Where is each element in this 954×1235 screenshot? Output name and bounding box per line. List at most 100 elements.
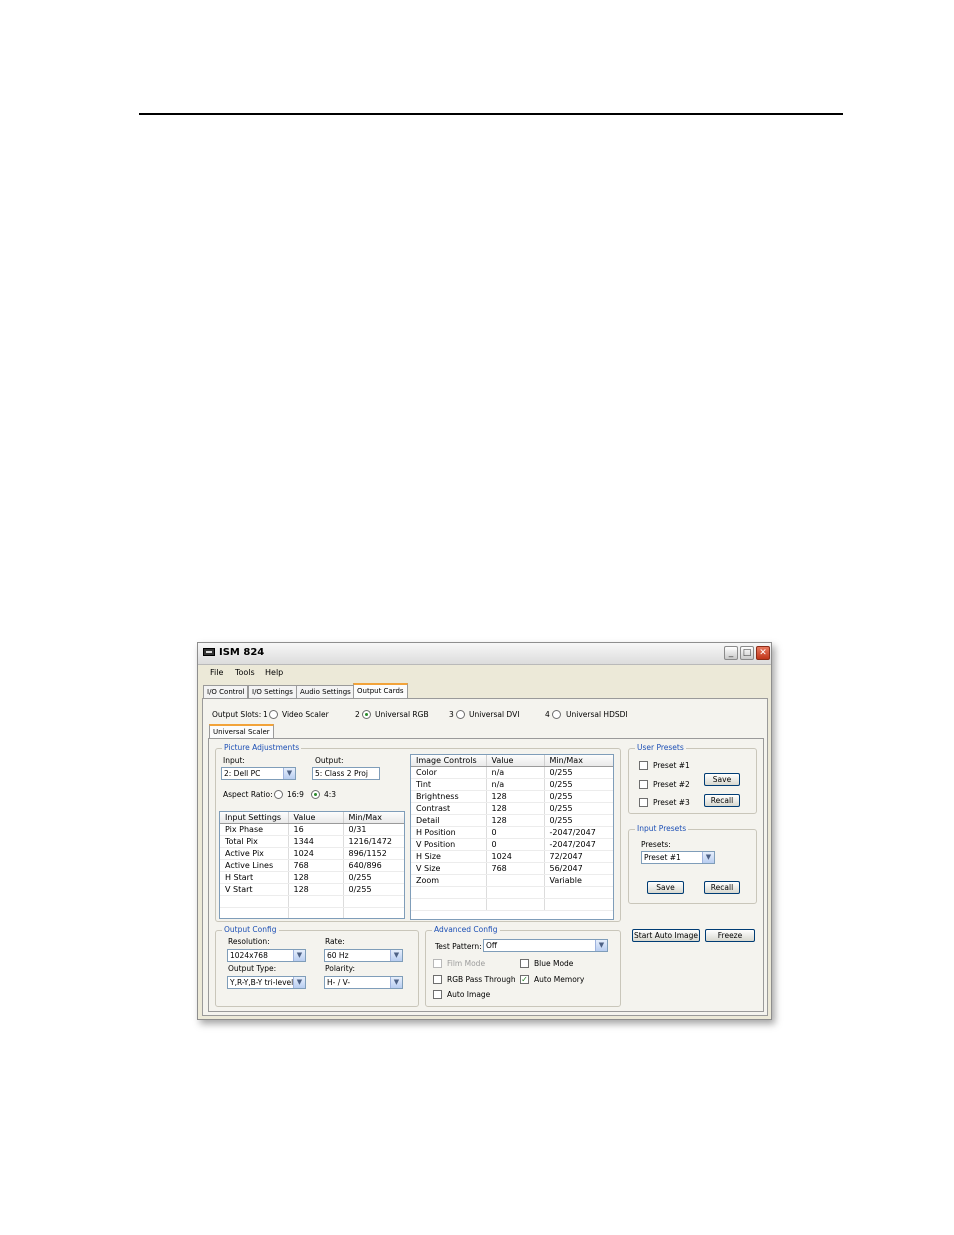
app-icon [203,648,215,656]
tab-audio-settings[interactable]: Audio Settings [296,685,355,698]
image-minmax-header[interactable]: Min/Max [544,755,613,767]
table-row[interactable]: Contrast 128 0/255 [411,802,613,815]
slot-4-radio[interactable] [552,710,561,719]
table-row-empty [220,907,404,918]
aspect-43-radio[interactable] [311,790,320,799]
chevron-down-icon[interactable]: ▼ [283,768,295,779]
rate-select-value: 60 Hz [327,951,349,960]
image-value-header[interactable]: Value [486,755,545,767]
table-row[interactable]: Active Lines 768 640/896 [220,859,404,872]
tab-universal-scaler[interactable]: Universal Scaler [209,724,274,739]
table-row-empty [411,898,613,911]
advanced-config-title: Advanced Config [432,925,500,934]
table-row[interactable]: Total Pix 1344 1216/1472 [220,835,404,848]
table-cell-empty [343,895,404,908]
input-select[interactable]: 2: Dell PC ▼ [221,767,296,780]
user-presets-recall-button[interactable]: Recall [704,794,740,807]
preset-1-checkbox[interactable] [639,761,648,770]
table-cell-name: Color [411,766,487,779]
chevron-down-icon[interactable]: ▼ [702,852,714,863]
table-cell-minmax: 0/255 [544,766,613,779]
slot-3-radio[interactable] [456,710,465,719]
freeze-button[interactable]: Freeze [705,929,755,942]
table-cell-minmax: 72/2047 [544,850,613,863]
output-type-select[interactable]: Y,R-Y,B-Y tri-level ▼ [227,976,306,989]
title-bar[interactable]: ISM 824 _ □ ✕ [198,643,771,665]
table-cell-value: 0 [486,826,545,839]
table-cell-name: Active Lines [220,859,289,872]
resolution-select[interactable]: 1024x768 ▼ [227,949,306,962]
chevron-down-icon[interactable]: ▼ [293,977,305,988]
table-row[interactable]: Brightness 128 0/255 [411,790,613,803]
table-row[interactable]: H Size 1024 72/2047 [411,850,613,863]
input-presets-save-button[interactable]: Save [647,881,684,894]
menu-help[interactable]: Help [265,668,283,677]
table-row[interactable]: H Position 0 -2047/2047 [411,826,613,839]
tab-io-settings[interactable]: I/O Settings [248,685,297,698]
tab-io-control[interactable]: I/O Control [203,685,249,698]
table-row[interactable]: Zoom Variable [411,874,613,887]
table-row[interactable]: H Start 128 0/255 [220,871,404,884]
table-cell-value: 128 [486,790,545,803]
auto-image-checkbox[interactable] [433,990,442,999]
minimize-icon[interactable]: _ [724,646,738,660]
start-auto-image-button[interactable]: Start Auto Image [632,929,700,942]
table-row[interactable]: Pix Phase 16 0/31 [220,823,404,836]
presets-select[interactable]: Preset #1 ▼ [641,851,715,864]
rate-select[interactable]: 60 Hz ▼ [324,949,403,962]
table-row[interactable]: Detail 128 0/255 [411,814,613,827]
table-row[interactable]: V Size 768 56/2047 [411,862,613,875]
image-controls-list[interactable]: Image Controls Value Min/Max Color n/a 0/2… [410,754,614,920]
blue-mode-label: Blue Mode [534,959,574,968]
menu-file[interactable]: File [210,668,223,677]
slot-1-radio[interactable] [269,710,278,719]
blue-mode-checkbox[interactable] [520,959,529,968]
table-row[interactable]: Color n/a 0/255 [411,766,613,779]
table-row[interactable]: V Position 0 -2047/2047 [411,838,613,851]
input-value-header[interactable]: Value [288,812,344,824]
universal-scaler-panel: Picture Adjustments Input: 2: Dell PC ▼ … [208,738,764,1012]
user-presets-save-button[interactable]: Save [704,773,740,786]
output-field[interactable]: 5: Class 2 Proj [312,767,380,780]
preset-2-checkbox[interactable] [639,780,648,789]
close-icon[interactable]: ✕ [756,646,770,660]
menu-tools[interactable]: Tools [235,668,255,677]
preset-3-checkbox[interactable] [639,798,648,807]
input-settings-header[interactable]: Input Settings [220,812,289,824]
maximize-icon[interactable]: □ [740,646,754,660]
slot-4-number: 4 [545,710,550,719]
table-cell-empty [220,895,289,908]
input-presets-title: Input Presets [635,824,689,833]
preset-1-label: Preset #1 [653,761,690,770]
aspect-ratio-label: Aspect Ratio: [223,790,273,799]
polarity-select[interactable]: H- / V- ▼ [324,976,403,989]
advanced-config-group: Advanced Config Test Pattern: Off ▼ Film… [425,925,621,1007]
image-controls-header[interactable]: Image Controls [411,755,487,767]
table-cell-name: H Position [411,826,487,839]
aspect-169-radio[interactable] [274,790,283,799]
table-row[interactable]: Active Pix 1024 896/1152 [220,847,404,860]
test-pattern-select[interactable]: Off ▼ [483,939,608,952]
table-cell-minmax: 0/255 [544,790,613,803]
chevron-down-icon[interactable]: ▼ [293,950,305,961]
resolution-label: Resolution: [228,937,270,946]
auto-memory-checkbox[interactable]: ✓ [520,975,529,984]
input-presets-recall-button[interactable]: Recall [704,881,740,894]
table-cell-value: n/a [486,778,545,791]
output-config-title: Output Config [222,925,279,934]
input-minmax-header[interactable]: Min/Max [343,812,404,824]
chevron-down-icon[interactable]: ▼ [390,950,402,961]
image-controls-rows: Color n/a 0/255 Tint n/a 0/255 Brightness 128 0/… [411,766,613,911]
chevron-down-icon[interactable]: ▼ [595,940,607,951]
chevron-down-icon[interactable]: ▼ [390,977,402,988]
slot-2-radio[interactable] [362,710,371,719]
table-row[interactable]: Tint n/a 0/255 [411,778,613,791]
tab-output-cards[interactable]: Output Cards [353,683,408,698]
table-cell-value: 1024 [486,850,545,863]
film-mode-checkbox[interactable] [433,959,442,968]
rgb-pass-through-checkbox[interactable] [433,975,442,984]
slot-1-number: 1 [263,710,268,719]
input-settings-list[interactable]: Input Settings Value Min/Max Pix Phase 16… [219,811,405,919]
table-cell-minmax: -2047/2047 [544,838,613,851]
table-row[interactable]: V Start 128 0/255 [220,883,404,896]
